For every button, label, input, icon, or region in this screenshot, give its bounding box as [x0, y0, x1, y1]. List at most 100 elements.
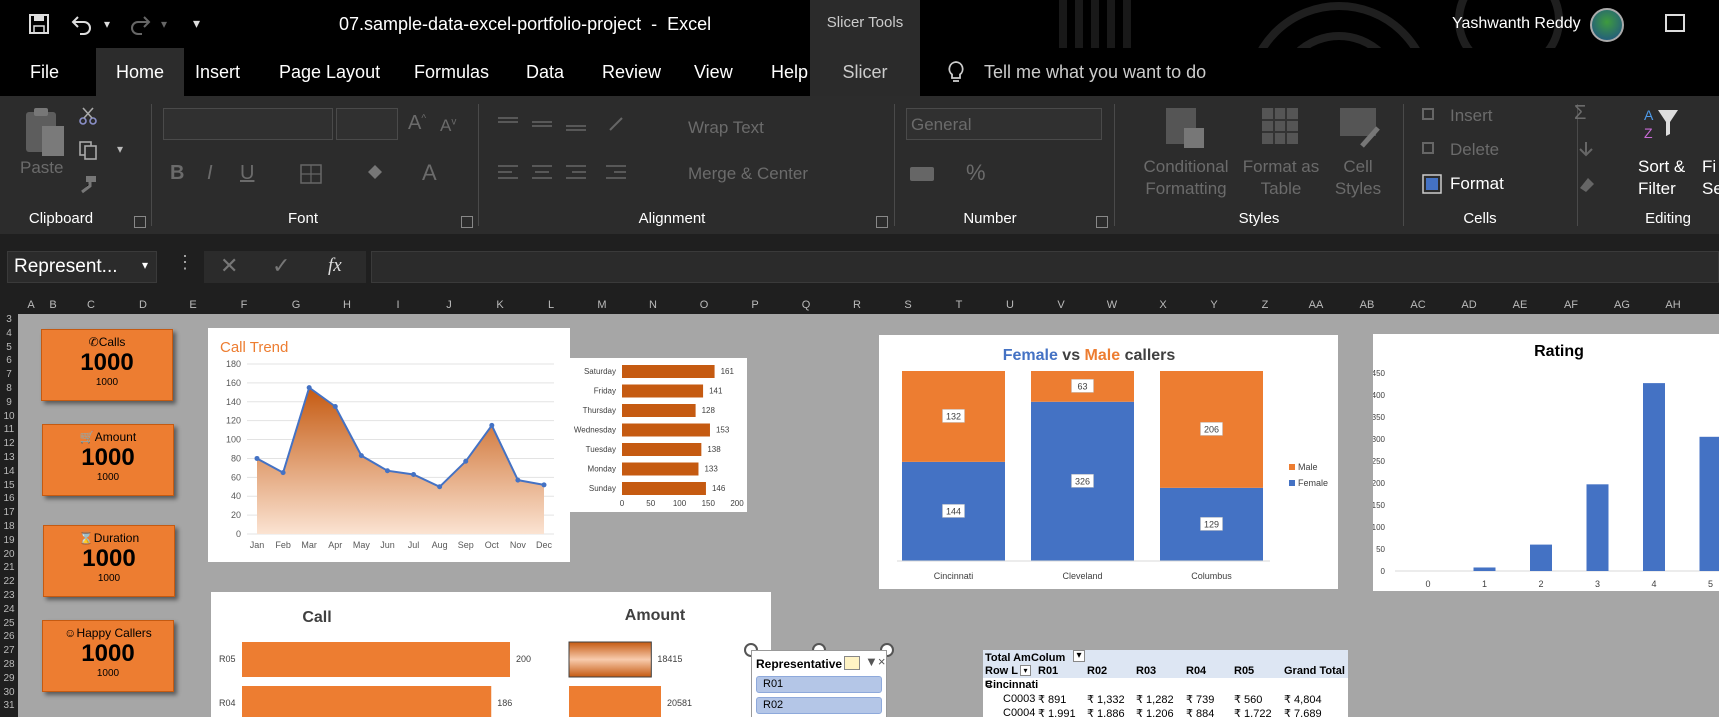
sort-filter-icon[interactable]: AZ: [1642, 104, 1682, 148]
save-icon[interactable]: [28, 13, 50, 35]
column-header-t[interactable]: T: [947, 299, 971, 311]
font-color-icon[interactable]: A: [422, 160, 437, 186]
undo-dropdown-icon[interactable]: ▾: [104, 17, 110, 41]
tell-me-search[interactable]: Tell me what you want to do: [984, 48, 1206, 96]
kpi-card-amount[interactable]: 🛒Amount 1000 1000: [42, 424, 174, 496]
number-format-box[interactable]: General: [906, 108, 1102, 140]
column-header-ac[interactable]: AC: [1406, 299, 1430, 311]
tab-insert[interactable]: Insert: [185, 48, 250, 96]
column-header-k[interactable]: K: [488, 299, 512, 311]
number-launcher-icon[interactable]: [1096, 216, 1108, 228]
borders-icon[interactable]: [300, 164, 322, 184]
column-header-b[interactable]: B: [41, 299, 65, 311]
slicer-item-r02[interactable]: R02: [756, 697, 882, 714]
currency-format-icon[interactable]: [908, 164, 938, 184]
underline-button[interactable]: U: [240, 162, 254, 185]
column-header-f[interactable]: F: [232, 299, 256, 311]
tab-view[interactable]: View: [684, 48, 743, 96]
percent-style-button[interactable]: %: [966, 160, 986, 186]
column-header-aa[interactable]: AA: [1304, 299, 1328, 311]
representative-slicer[interactable]: Representative ▼× R01 R02: [751, 650, 887, 717]
column-header-c[interactable]: C: [79, 299, 103, 311]
row-header-16[interactable]: 16: [0, 493, 18, 504]
column-header-h[interactable]: H: [335, 299, 359, 311]
gender-stacked-chart[interactable]: Female vs Male callers 144 132 Cincinnati 32…: [879, 335, 1338, 589]
formula-input[interactable]: [371, 251, 1719, 283]
column-header-l[interactable]: L: [539, 299, 563, 311]
row-header-8[interactable]: 8: [0, 383, 18, 394]
bold-button[interactable]: B: [170, 162, 184, 185]
tab-file[interactable]: File: [20, 48, 69, 96]
paste-icon[interactable]: [22, 106, 66, 158]
column-header-af[interactable]: AF: [1559, 299, 1583, 311]
row-header-18[interactable]: 18: [0, 521, 18, 532]
italic-button[interactable]: I: [207, 162, 213, 185]
horizontal-align-icons[interactable]: [496, 164, 646, 182]
column-header-ah[interactable]: AH: [1661, 299, 1685, 311]
vertical-align-icons[interactable]: [496, 116, 616, 132]
column-header-m[interactable]: M: [590, 299, 614, 311]
clear-icon[interactable]: [1576, 174, 1596, 194]
weekday-bar-chart[interactable]: Saturday 161 Friday 141 Thursday 128 Wednesday…: [569, 358, 747, 512]
column-header-i[interactable]: I: [386, 299, 410, 311]
row-header-12[interactable]: 12: [0, 438, 18, 449]
undo-icon[interactable]: [70, 13, 94, 35]
column-header-d[interactable]: D: [131, 299, 155, 311]
column-header-ab[interactable]: AB: [1355, 299, 1379, 311]
slicer-item-r01[interactable]: R01: [756, 676, 882, 693]
format-as-table-icon[interactable]: [1260, 106, 1304, 150]
row-header-28[interactable]: 28: [0, 659, 18, 670]
avatar[interactable]: [1590, 8, 1624, 42]
alignment-launcher-icon[interactable]: [876, 216, 888, 228]
user-name[interactable]: Yashwanth Reddy: [1452, 15, 1581, 33]
customize-qat-icon[interactable]: ▾: [193, 15, 200, 39]
column-header-j[interactable]: J: [437, 299, 461, 311]
tab-formulas[interactable]: Formulas: [404, 48, 499, 96]
tab-home[interactable]: Home: [96, 48, 184, 96]
tab-slicer[interactable]: Slicer: [810, 48, 920, 96]
conditional-formatting-button[interactable]: Conditional Formatting: [1136, 156, 1236, 200]
row-header-25[interactable]: 25: [0, 618, 18, 629]
conditional-formatting-icon[interactable]: [1164, 106, 1206, 150]
column-header-s[interactable]: S: [896, 299, 920, 311]
format-as-table-button[interactable]: Format as Table: [1236, 156, 1326, 200]
copy-dropdown-icon[interactable]: ▾: [117, 142, 123, 156]
clear-filter-icon[interactable]: ▼×: [865, 654, 885, 669]
column-header-g[interactable]: G: [284, 299, 308, 311]
column-filter-icon[interactable]: ▾: [1073, 650, 1085, 662]
decrease-font-size-icon[interactable]: Av: [440, 116, 456, 136]
row-header-6[interactable]: 6: [0, 355, 18, 366]
paste-button[interactable]: Paste: [20, 158, 63, 178]
column-header-x[interactable]: X: [1151, 299, 1175, 311]
call-trend-chart[interactable]: Call Trend 0 20 40 60 80 100 120 140 160 180 Jan Feb…: [208, 328, 570, 562]
column-header-a[interactable]: A: [19, 299, 43, 311]
row-header-9[interactable]: 9: [0, 397, 18, 408]
kpi-card-happy-callers[interactable]: ☺Happy Callers 1000 1000: [42, 620, 174, 692]
font-name-box[interactable]: [163, 108, 333, 140]
row-header-29[interactable]: 29: [0, 673, 18, 684]
ribbon-display-options-icon[interactable]: [1665, 14, 1685, 32]
column-header-o[interactable]: O: [692, 299, 716, 311]
name-box[interactable]: Represent... ▾: [7, 251, 157, 283]
column-header-ad[interactable]: AD: [1457, 299, 1481, 311]
find-select-button[interactable]: Fi Se: [1702, 156, 1719, 200]
row-header-22[interactable]: 22: [0, 576, 18, 587]
column-header-w[interactable]: W: [1100, 299, 1124, 311]
row-header-26[interactable]: 26: [0, 631, 18, 642]
column-header-n[interactable]: N: [641, 299, 665, 311]
sort-filter-button[interactable]: Sort & Filter: [1638, 156, 1685, 200]
merge-center-button[interactable]: Merge & Center: [688, 164, 808, 184]
insert-function-icon[interactable]: fx: [328, 255, 342, 277]
column-header-y[interactable]: Y: [1202, 299, 1226, 311]
column-header-ag[interactable]: AG: [1610, 299, 1634, 311]
font-launcher-icon[interactable]: [461, 216, 473, 228]
worksheet[interactable]: ✆Calls 1000 1000 🛒Amount 1000 1000 ⌛Dura…: [18, 314, 1719, 717]
clipboard-launcher-icon[interactable]: [134, 216, 146, 228]
fill-icon[interactable]: [1576, 140, 1596, 160]
cell-styles-icon[interactable]: [1338, 106, 1382, 150]
pivot-column-labels[interactable]: Colum: [1031, 652, 1065, 664]
insert-cells-button[interactable]: Insert: [1450, 106, 1493, 126]
row-filter-icon[interactable]: ▾: [1020, 665, 1031, 676]
row-header-24[interactable]: 24: [0, 604, 18, 615]
delete-cells-button[interactable]: Delete: [1450, 140, 1499, 160]
